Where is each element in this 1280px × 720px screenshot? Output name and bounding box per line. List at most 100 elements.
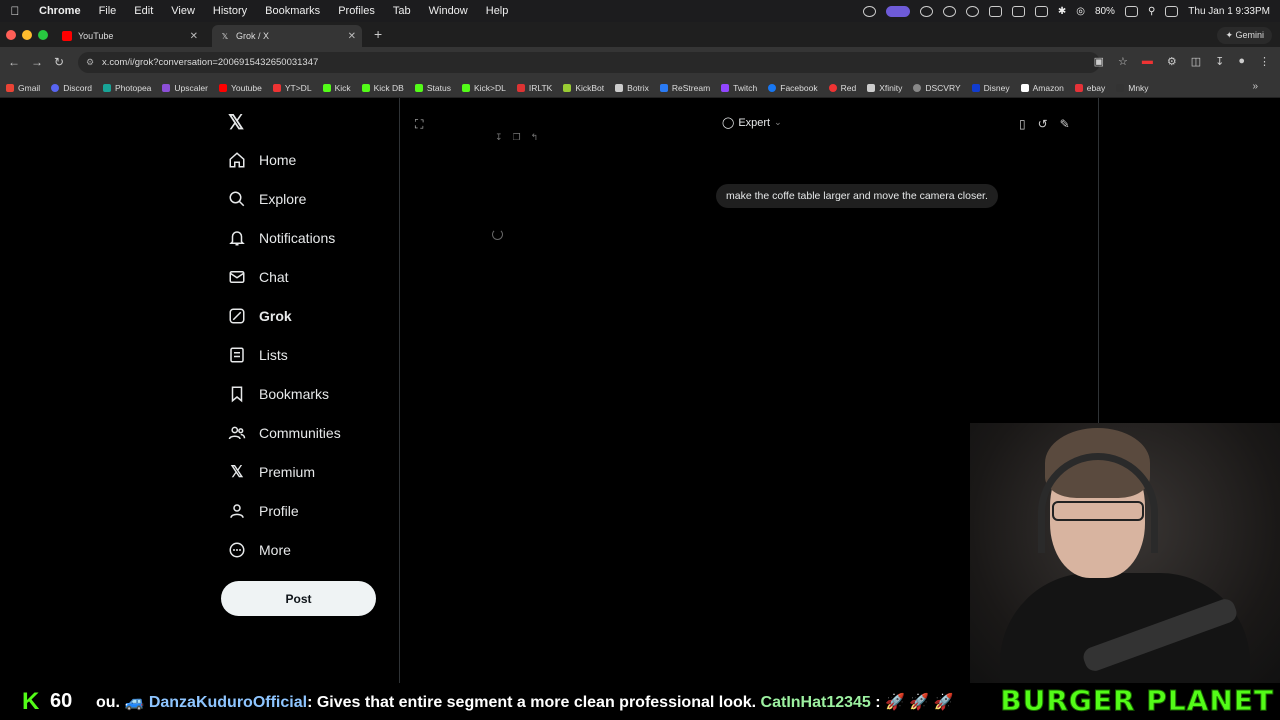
bookmark-icon[interactable]: ▯ xyxy=(1019,117,1026,131)
bookmark-kickbot[interactable]: KickBot xyxy=(563,83,604,93)
bookmark-irltk[interactable]: IRLTK xyxy=(516,83,552,93)
bookmark-red[interactable]: Red xyxy=(828,83,856,93)
bookmark-gmail[interactable]: Gmail xyxy=(6,83,40,93)
forward-icon[interactable]: → xyxy=(31,55,43,69)
bookmark-status[interactable]: Status xyxy=(414,83,451,93)
post-button[interactable]: Post xyxy=(221,581,376,616)
kebab-menu-icon[interactable]: ⋮ xyxy=(1259,55,1270,68)
bookmark-restream[interactable]: ReStream xyxy=(659,83,710,93)
reload-icon[interactable]: ↻ xyxy=(54,55,64,69)
back-icon[interactable]: ← xyxy=(8,55,20,69)
nav-item-more[interactable]: More xyxy=(228,535,291,565)
bookmark-xfinity[interactable]: Xfinity xyxy=(867,83,902,93)
bookmark-discord[interactable]: Discord xyxy=(51,83,92,93)
apple-icon[interactable]:  xyxy=(0,4,30,18)
control-icon[interactable] xyxy=(862,5,876,17)
tab-youtube[interactable]: YouTube ✕ xyxy=(54,25,204,47)
message-action-icons: ↧ ❐ ↰ xyxy=(495,132,538,143)
battery-icon xyxy=(1124,5,1138,17)
minimize-window-button[interactable] xyxy=(22,30,32,40)
copy-icon[interactable]: ❐ xyxy=(513,132,521,143)
menu-history[interactable]: History xyxy=(204,5,256,17)
puzzle-icon[interactable]: ⚙ xyxy=(1167,55,1177,68)
battery-percent[interactable]: 80% xyxy=(1095,6,1115,17)
new-tab-button[interactable]: + xyxy=(374,26,382,42)
expand-icon[interactable]: ⛶ xyxy=(415,117,423,132)
volume-icon[interactable] xyxy=(988,5,1002,17)
nav-item-grok[interactable]: Grok xyxy=(228,301,292,331)
nav-item-profile[interactable]: Profile xyxy=(228,496,299,526)
wifi-icon[interactable]: ◎ xyxy=(1076,6,1085,17)
zoom-window-button[interactable] xyxy=(38,30,48,40)
column-divider-right xyxy=(1098,98,1099,423)
bookmark-youtube[interactable]: Youtube xyxy=(218,83,262,93)
camera-icon[interactable] xyxy=(919,5,933,17)
menu-app-name[interactable]: Chrome xyxy=(30,5,90,17)
extension-red-icon[interactable]: ▬ xyxy=(1142,55,1153,68)
column-divider xyxy=(399,98,400,683)
bookmarks-overflow-icon[interactable]: » xyxy=(1252,81,1258,92)
nav-item-explore[interactable]: Explore xyxy=(228,184,306,214)
bookmark-twitch[interactable]: Twitch xyxy=(721,83,757,93)
nav-item-lists[interactable]: Lists xyxy=(228,340,288,370)
menu-profiles[interactable]: Profiles xyxy=(329,5,384,17)
share-icon[interactable]: ↰ xyxy=(531,132,539,143)
bookmark-kick-db[interactable]: Kick DB xyxy=(361,83,404,93)
nav-item-home[interactable]: Home xyxy=(228,145,296,175)
download-icon[interactable]: ↧ xyxy=(495,132,503,143)
profile-avatar[interactable]: ● xyxy=(1238,55,1245,68)
history-icon[interactable]: ↺ xyxy=(1038,117,1048,131)
tab-grok[interactable]: 𝕏 Grok / X ✕ xyxy=(212,25,362,47)
ticker-prefix: ou. xyxy=(96,694,120,711)
cast-icon[interactable]: ▣ xyxy=(1094,55,1104,68)
menu-view[interactable]: View xyxy=(162,5,204,17)
close-icon[interactable]: ✕ xyxy=(348,31,356,42)
new-chat-icon[interactable]: ✎ xyxy=(1060,117,1070,131)
bookmark-ebay[interactable]: ebay xyxy=(1074,83,1105,93)
address-bar[interactable]: ⚙ x.com/i/grok?conversation=200691543265… xyxy=(78,52,1100,73)
menu-bookmarks[interactable]: Bookmarks xyxy=(256,5,329,17)
menu-file[interactable]: File xyxy=(90,5,126,17)
gemini-button[interactable]: ✦ Gemini xyxy=(1217,27,1272,44)
nav-item-communities[interactable]: Communities xyxy=(228,418,341,448)
keyboard-icon[interactable] xyxy=(1011,5,1025,17)
bookmark-disney[interactable]: Disney xyxy=(971,83,1010,93)
menu-help[interactable]: Help xyxy=(477,5,518,17)
screen-record-icon[interactable] xyxy=(885,5,910,17)
bookmark-kick-dl[interactable]: Kick>DL xyxy=(461,83,506,93)
bookmark-botrix[interactable]: Botrix xyxy=(615,83,649,93)
bookmark-upscaler[interactable]: Upscaler xyxy=(162,83,208,93)
menu-window[interactable]: Window xyxy=(420,5,477,17)
close-window-button[interactable] xyxy=(6,30,16,40)
bookmark-yt-dl[interactable]: YT>DL xyxy=(272,83,312,93)
menu-edit[interactable]: Edit xyxy=(125,5,162,17)
bookmark-icon xyxy=(228,385,246,403)
nav-label: Explore xyxy=(259,191,307,207)
nav-item-chat[interactable]: Chat xyxy=(228,262,289,292)
mode-selector[interactable]: ◯ Expert ⌄ xyxy=(722,116,782,130)
bookmark-mnky[interactable]: Mnky xyxy=(1116,83,1149,93)
stream-chat-ticker: K 60 ou. 🚙 DanzaKuduroOfficial: Gives th… xyxy=(0,683,1280,720)
close-icon[interactable]: ✕ xyxy=(190,31,198,42)
x-logo-icon[interactable]: 𝕏 xyxy=(228,110,244,135)
bluetooth-icon[interactable]: ✱ xyxy=(1058,6,1066,17)
play-icon[interactable] xyxy=(965,5,979,17)
nav-item-notifications[interactable]: Notifications xyxy=(228,223,335,253)
site-info-icon[interactable]: ⚙ xyxy=(86,52,94,73)
sidepanel-icon[interactable]: ◫ xyxy=(1191,55,1201,68)
star-icon[interactable]: ☆ xyxy=(1118,55,1128,68)
spotlight-icon[interactable]: ⚲ xyxy=(1148,6,1155,17)
display-icon[interactable] xyxy=(1034,5,1048,17)
bookmark-dscvry[interactable]: DSCVRY xyxy=(913,83,961,93)
bookmark-facebook[interactable]: Facebook xyxy=(768,83,818,93)
bookmark-photopea[interactable]: Photopea xyxy=(103,83,151,93)
clock[interactable]: Thu Jan 1 9:33PM xyxy=(1188,6,1270,17)
nav-item-premium[interactable]: 𝕏 Premium xyxy=(228,457,315,487)
bookmark-kick[interactable]: Kick xyxy=(322,83,351,93)
control-center-icon[interactable] xyxy=(1165,5,1179,17)
menu-icon[interactable] xyxy=(942,5,956,17)
download-icon[interactable]: ↧ xyxy=(1215,55,1224,68)
nav-item-bookmarks[interactable]: Bookmarks xyxy=(228,379,329,409)
menu-tab[interactable]: Tab xyxy=(384,5,420,17)
bookmark-amazon[interactable]: Amazon xyxy=(1020,83,1064,93)
